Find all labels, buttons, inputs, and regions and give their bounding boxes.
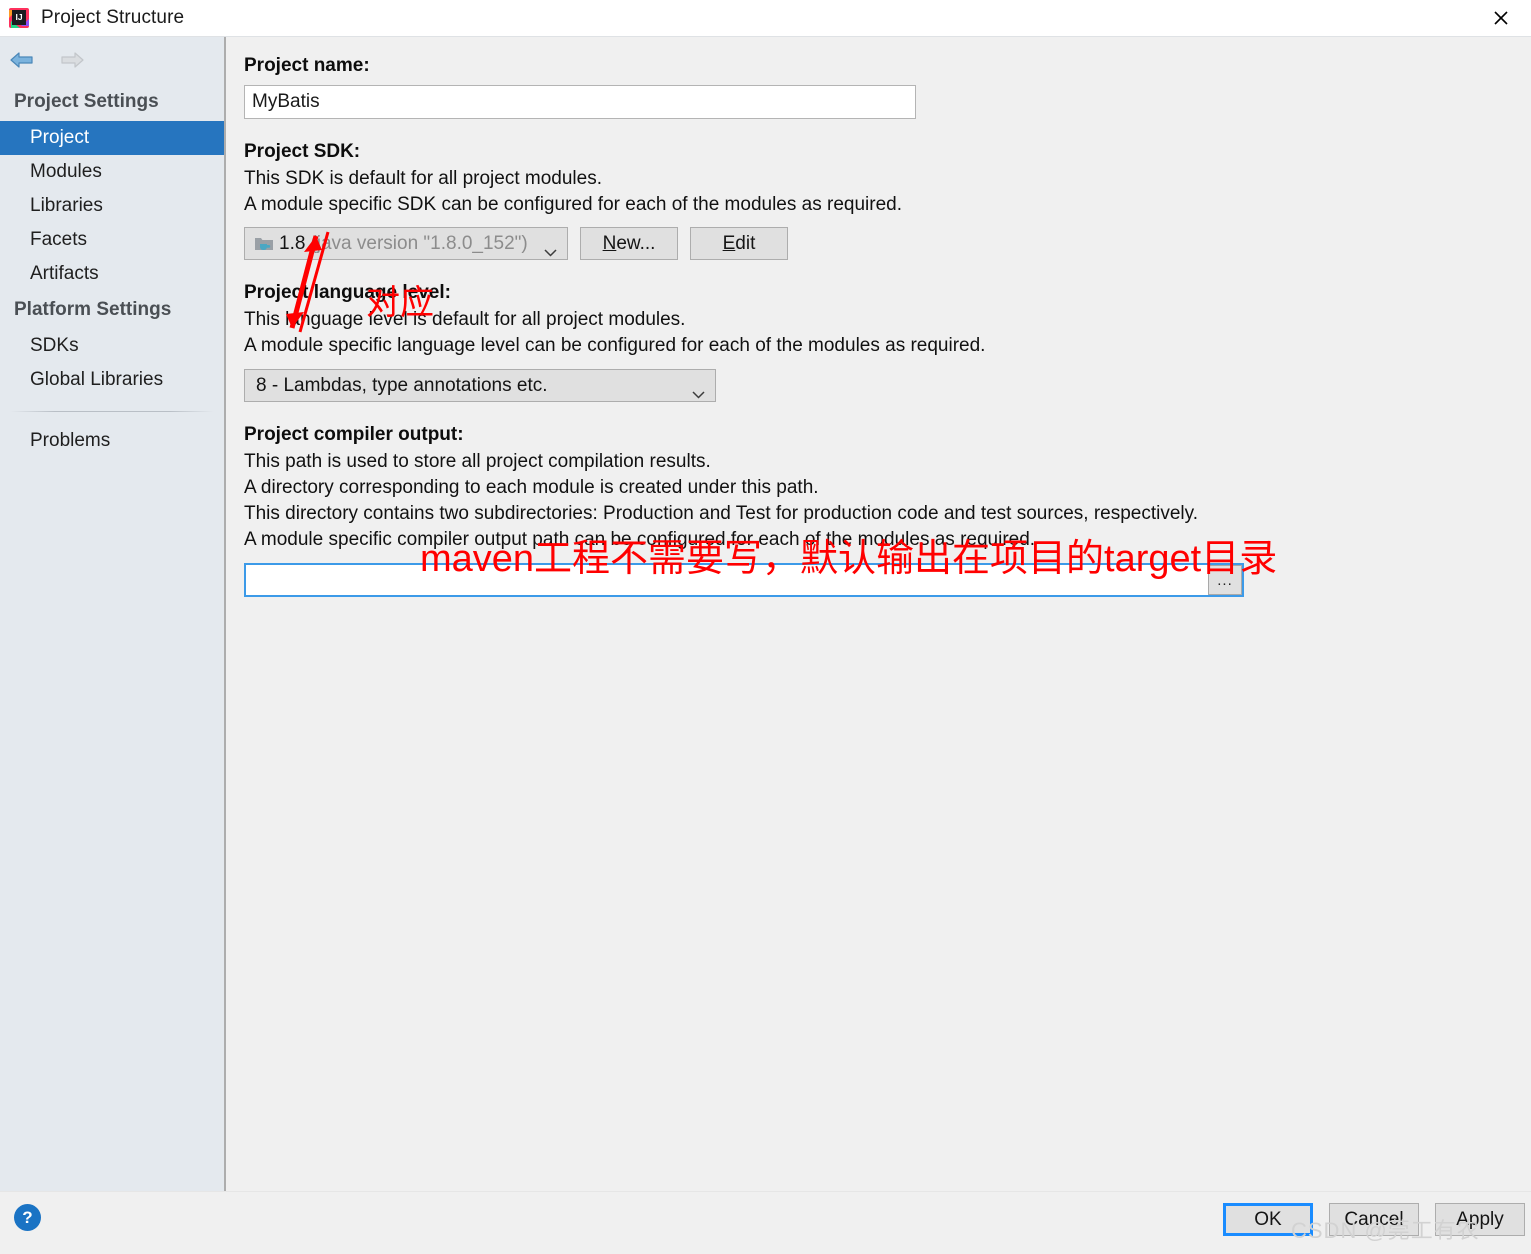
navigation-arrows xyxy=(0,37,224,83)
arrow-left-icon[interactable] xyxy=(8,48,36,72)
sidebar-group-platform-settings: Platform Settings xyxy=(14,299,172,320)
chevron-down-icon xyxy=(544,241,557,257)
dialog-body: Project Settings Project Modules Librari… xyxy=(0,36,1531,1192)
language-level-desc-1: This language level is default for all p… xyxy=(244,309,686,330)
help-icon[interactable]: ? xyxy=(14,1204,41,1231)
window-title: Project Structure xyxy=(41,7,185,28)
project-sdk-version: (java version "1.8.0_152") xyxy=(310,232,528,254)
sidebar-item-facets[interactable]: Facets xyxy=(0,223,224,257)
compiler-output-desc-3: This directory contains two subdirectori… xyxy=(244,503,1198,524)
dialog-footer: ? OK Cancel Apply xyxy=(0,1191,1531,1254)
sidebar: Project Settings Project Modules Librari… xyxy=(0,37,226,1192)
arrow-right-icon xyxy=(58,48,86,72)
java-sdk-icon xyxy=(254,235,274,252)
ok-button[interactable]: OK xyxy=(1223,1203,1313,1236)
language-level-desc-2: A module specific language level can be … xyxy=(244,335,986,356)
compiler-output-label: Project compiler output: xyxy=(244,424,464,445)
language-level-value: 8 - Lambdas, type annotations etc. xyxy=(256,374,548,396)
chevron-down-icon xyxy=(692,383,705,399)
compiler-output-desc-2: A directory corresponding to each module… xyxy=(244,477,819,498)
project-sdk-select[interactable]: 1.8 (java version "1.8.0_152") xyxy=(244,227,568,260)
project-sdk-name: 1.8 xyxy=(279,232,306,254)
compiler-output-row: ... xyxy=(244,563,1244,597)
project-name-label: Project name: xyxy=(244,55,370,76)
main-content: Project name: Project SDK: This SDK is d… xyxy=(228,37,1531,1192)
sidebar-item-global-libraries[interactable]: Global Libraries xyxy=(0,363,224,397)
footer-buttons: OK Cancel Apply xyxy=(1223,1203,1525,1236)
project-name-input[interactable] xyxy=(244,85,916,119)
project-sdk-desc-1: This SDK is default for all project modu… xyxy=(244,168,602,189)
sidebar-item-project[interactable]: Project xyxy=(0,121,224,155)
title-bar: IJ Project Structure xyxy=(0,0,1531,36)
language-level-select[interactable]: 8 - Lambdas, type annotations etc. xyxy=(244,369,716,402)
close-icon[interactable] xyxy=(1471,0,1531,36)
compiler-output-input[interactable] xyxy=(244,563,1244,597)
sidebar-item-artifacts[interactable]: Artifacts xyxy=(0,257,224,291)
project-sdk-row: 1.8 (java version "1.8.0_152") New... Ed… xyxy=(244,227,1531,260)
sidebar-item-libraries[interactable]: Libraries xyxy=(0,189,224,223)
sidebar-item-problems[interactable]: Problems xyxy=(0,424,224,458)
new-sdk-button[interactable]: New... xyxy=(580,227,678,260)
project-sdk-label: Project SDK: xyxy=(244,141,361,162)
svg-text:IJ: IJ xyxy=(15,12,22,22)
sidebar-item-sdks[interactable]: SDKs xyxy=(0,329,224,363)
cancel-button[interactable]: Cancel xyxy=(1329,1203,1419,1236)
edit-sdk-button[interactable]: Edit xyxy=(690,227,788,260)
sidebar-item-modules[interactable]: Modules xyxy=(0,155,224,189)
ellipsis-browse-icon[interactable]: ... xyxy=(1208,565,1242,595)
compiler-output-desc-4: A module specific compiler output path c… xyxy=(244,529,1036,550)
sidebar-divider xyxy=(10,411,214,412)
project-sdk-desc-2: A module specific SDK can be configured … xyxy=(244,194,902,215)
sidebar-group-project-settings: Project Settings xyxy=(14,91,159,112)
intellij-idea-icon: IJ xyxy=(8,7,30,29)
compiler-output-desc-1: This path is used to store all project c… xyxy=(244,451,711,472)
apply-button[interactable]: Apply xyxy=(1435,1203,1525,1236)
project-structure-dialog: IJ Project Structure Project Settings Pr… xyxy=(0,0,1531,1254)
language-level-label: Project language level: xyxy=(244,282,451,303)
